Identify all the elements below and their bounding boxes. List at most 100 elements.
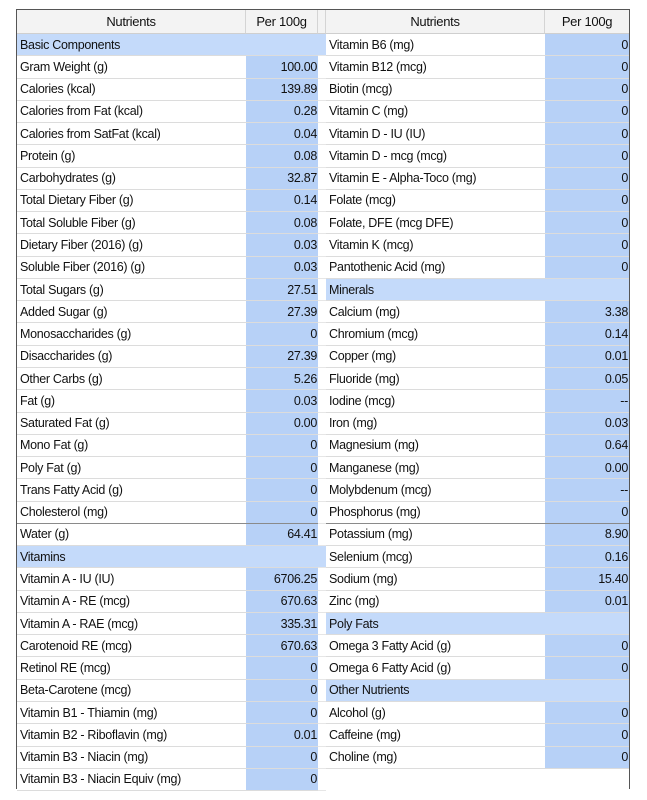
nutrient-grid[interactable]: Nutrients Per 100g Nutrients Per 100g Ba… xyxy=(16,9,630,792)
left-nutrient-name[interactable]: Carotenoid RE (mcg) xyxy=(17,635,246,658)
right-nutrient-name[interactable]: Omega 3 Fatty Acid (g) xyxy=(326,635,545,658)
right-nutrient-name[interactable]: Alcohol (g) xyxy=(326,701,545,725)
left-section-value[interactable] xyxy=(246,546,318,569)
right-nutrient-value[interactable]: 0 xyxy=(545,212,629,235)
right-nutrient-name[interactable]: Vitamin B6 (mg) xyxy=(326,34,545,57)
left-nutrient-value[interactable]: 0.28 xyxy=(246,100,318,124)
right-nutrient-value[interactable]: 0 xyxy=(545,701,629,725)
left-nutrient-value[interactable]: 27.51 xyxy=(246,278,318,302)
left-nutrient-value[interactable]: 27.39 xyxy=(246,345,318,368)
right-nutrient-value[interactable]: 0 xyxy=(545,635,629,658)
left-nutrient-value[interactable]: 335.31 xyxy=(246,612,318,636)
left-nutrient-name[interactable]: Retinol RE (mcg) xyxy=(17,657,246,680)
right-nutrient-value[interactable]: 15.40 xyxy=(545,568,629,591)
right-section-name[interactable]: Poly Fats xyxy=(326,612,545,636)
header-left-per-100g[interactable]: Per 100g xyxy=(246,10,318,34)
left-nutrient-name[interactable]: Soluble Fiber (2016) (g) xyxy=(17,256,246,279)
left-nutrient-value[interactable]: 0.03 xyxy=(246,256,318,279)
left-nutrient-name[interactable]: Vitamin A - RAE (mcg) xyxy=(17,612,246,636)
left-nutrient-name[interactable]: Added Sugar (g) xyxy=(17,301,246,324)
left-nutrient-name[interactable]: Saturated Fat (g) xyxy=(17,412,246,435)
left-nutrient-name[interactable]: Gram Weight (g) xyxy=(17,56,246,79)
right-nutrient-name[interactable]: Copper (mg) xyxy=(326,345,545,368)
left-nutrient-value[interactable]: 0 xyxy=(246,479,318,502)
left-nutrient-value[interactable]: 0 xyxy=(246,701,318,725)
left-nutrient-name[interactable]: Carbohydrates (g) xyxy=(17,167,246,190)
left-nutrient-value[interactable]: 0 xyxy=(246,768,318,792)
right-nutrient-value[interactable]: 0 xyxy=(545,189,629,213)
right-nutrient-value[interactable]: 0.00 xyxy=(545,457,629,480)
right-section-name[interactable]: Other Nutrients xyxy=(326,679,545,702)
left-nutrient-value[interactable]: 0.00 xyxy=(246,412,318,435)
left-nutrient-name[interactable]: Beta-Carotene (mcg) xyxy=(17,679,246,702)
left-nutrient-value[interactable]: 32.87 xyxy=(246,167,318,190)
right-nutrient-name[interactable]: Iodine (mcg) xyxy=(326,390,545,413)
right-nutrient-name[interactable]: Fluoride (mg) xyxy=(326,367,545,391)
right-nutrient-value[interactable]: -- xyxy=(545,390,629,413)
left-nutrient-name[interactable]: Total Soluble Fiber (g) xyxy=(17,212,246,235)
right-nutrient-value[interactable]: 0.05 xyxy=(545,367,629,391)
left-nutrient-name[interactable]: Calories (kcal) xyxy=(17,78,246,101)
right-nutrient-name[interactable]: Biotin (mcg) xyxy=(326,78,545,101)
right-nutrient-value[interactable]: -- xyxy=(545,479,629,502)
right-nutrient-value[interactable]: 0.16 xyxy=(545,546,629,569)
right-nutrient-name[interactable]: Phosphorus (mg) xyxy=(326,501,545,524)
right-nutrient-name[interactable]: Omega 6 Fatty Acid (g) xyxy=(326,657,545,680)
right-nutrient-value[interactable]: 0 xyxy=(545,78,629,101)
left-nutrient-value[interactable]: 0 xyxy=(246,457,318,480)
left-nutrient-value[interactable]: 0.03 xyxy=(246,390,318,413)
right-nutrient-name[interactable]: Choline (mg) xyxy=(326,746,545,769)
left-nutrient-name[interactable]: Dietary Fiber (2016) (g) xyxy=(17,234,246,257)
header-left-nutrients[interactable]: Nutrients xyxy=(17,10,246,34)
right-nutrient-name[interactable]: Folate, DFE (mcg DFE) xyxy=(326,212,545,235)
right-nutrient-value[interactable]: 0 xyxy=(545,501,629,524)
left-nutrient-value[interactable]: 5.26 xyxy=(246,367,318,391)
left-section-value[interactable] xyxy=(246,34,318,57)
left-nutrient-value[interactable]: 0.01 xyxy=(246,724,318,747)
right-nutrient-value[interactable]: 3.38 xyxy=(545,301,629,324)
right-nutrient-name[interactable]: Zinc (mg) xyxy=(326,590,545,613)
right-nutrient-name[interactable]: Iron (mg) xyxy=(326,412,545,435)
left-nutrient-value[interactable]: 0.14 xyxy=(246,189,318,213)
right-nutrient-value[interactable]: 0 xyxy=(545,746,629,769)
left-nutrient-value[interactable]: 64.41 xyxy=(246,523,318,547)
right-nutrient-name[interactable]: Molybdenum (mcg) xyxy=(326,479,545,502)
right-nutrient-value[interactable]: 0.03 xyxy=(545,412,629,435)
right-nutrient-name[interactable]: Manganese (mg) xyxy=(326,457,545,480)
right-nutrient-name[interactable]: Vitamin D - IU (IU) xyxy=(326,123,545,146)
right-nutrient-name[interactable]: Vitamin D - mcg (mcg) xyxy=(326,145,545,168)
left-nutrient-name[interactable]: Vitamin A - RE (mcg) xyxy=(17,590,246,613)
right-nutrient-name[interactable]: Magnesium (mg) xyxy=(326,434,545,458)
right-nutrient-value[interactable]: 0 xyxy=(545,657,629,680)
right-section-value[interactable] xyxy=(545,278,629,302)
left-nutrient-name[interactable]: Protein (g) xyxy=(17,145,246,168)
right-nutrient-value[interactable]: 0.01 xyxy=(545,590,629,613)
right-nutrient-value[interactable]: 0.14 xyxy=(545,323,629,346)
right-nutrient-value[interactable]: 0 xyxy=(545,167,629,190)
left-nutrient-name[interactable]: Fat (g) xyxy=(17,390,246,413)
left-section-name[interactable]: Basic Components xyxy=(17,34,246,57)
right-section-value[interactable] xyxy=(545,612,629,636)
right-nutrient-value[interactable]: 8.90 xyxy=(545,523,629,547)
right-nutrient-name[interactable]: Caffeine (mg) xyxy=(326,724,545,747)
right-nutrient-name[interactable]: Vitamin B12 (mcg) xyxy=(326,56,545,79)
left-nutrient-name[interactable]: Cholesterol (mg) xyxy=(17,501,246,524)
right-nutrient-value[interactable]: 0 xyxy=(545,56,629,79)
left-nutrient-value[interactable]: 0 xyxy=(246,501,318,524)
left-nutrient-value[interactable]: 0 xyxy=(246,323,318,346)
right-nutrient-value[interactable]: 0 xyxy=(545,100,629,124)
left-nutrient-value[interactable]: 670.63 xyxy=(246,590,318,613)
left-nutrient-name[interactable]: Trans Fatty Acid (g) xyxy=(17,479,246,502)
right-nutrient-name[interactable]: Vitamin E - Alpha-Toco (mg) xyxy=(326,167,545,190)
right-nutrient-name[interactable]: Pantothenic Acid (mg) xyxy=(326,256,545,279)
left-nutrient-value[interactable]: 100.00 xyxy=(246,56,318,79)
left-nutrient-name[interactable]: Disaccharides (g) xyxy=(17,345,246,368)
right-nutrient-name[interactable]: Calcium (mg) xyxy=(326,301,545,324)
left-nutrient-name[interactable]: Vitamin B3 - Niacin Equiv (mg) xyxy=(17,768,246,792)
right-nutrient-value[interactable]: 0 xyxy=(545,123,629,146)
left-nutrient-name[interactable]: Total Sugars (g) xyxy=(17,278,246,302)
left-nutrient-value[interactable]: 0.04 xyxy=(246,123,318,146)
left-nutrient-value[interactable]: 139.89 xyxy=(246,78,318,101)
left-nutrient-value[interactable]: 27.39 xyxy=(246,301,318,324)
right-nutrient-name[interactable]: Vitamin C (mg) xyxy=(326,100,545,124)
